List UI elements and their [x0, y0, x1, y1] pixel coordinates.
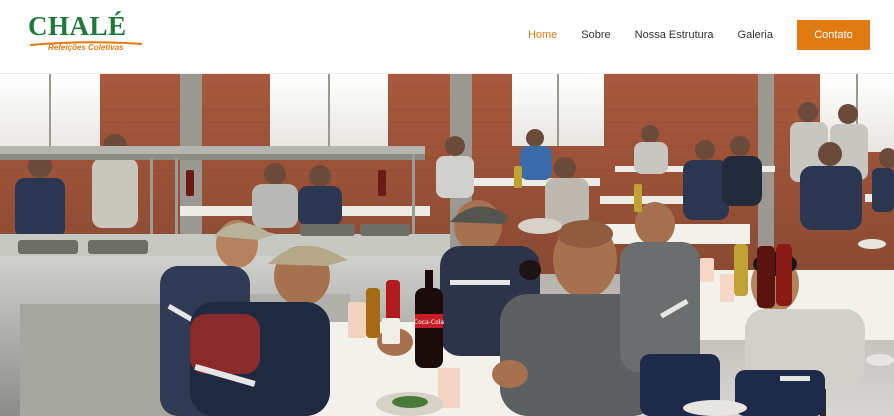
nav-sobre[interactable]: Sobre — [581, 29, 610, 41]
brand-name: CHALÉ — [28, 11, 127, 41]
nav-nossa-estrutura[interactable]: Nossa Estrutura — [635, 29, 714, 41]
site-header: CHALÉ Refeições Coletivas Home Sobre Nos… — [0, 0, 894, 74]
brand-tagline: Refeições Coletivas — [48, 43, 124, 52]
brand-logo[interactable]: CHALÉ Refeições Coletivas — [28, 12, 148, 58]
nav-galeria[interactable]: Galeria — [738, 29, 773, 41]
hero-image: Coca-Cola — [0, 74, 894, 416]
nav-home[interactable]: Home — [528, 29, 557, 41]
main-nav: Home Sobre Nossa Estrutura Galeria Conta… — [504, 20, 870, 50]
contato-button[interactable]: Contato — [797, 20, 870, 50]
coca-cola-label: Coca-Cola — [414, 319, 445, 326]
cafeteria-photo: Coca-Cola — [0, 74, 894, 416]
